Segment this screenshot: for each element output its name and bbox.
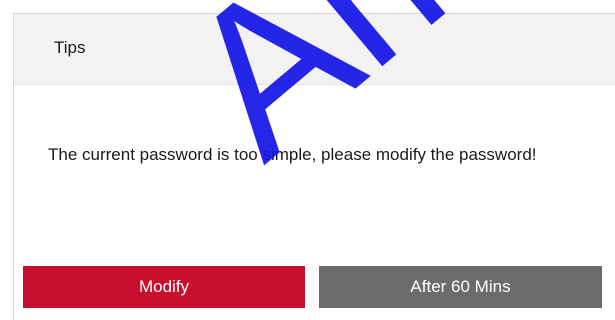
dialog-message: The current password is too simple, plea… [48,145,537,164]
modify-button[interactable]: Modify [23,266,305,308]
dialog-header: Tips [14,14,615,85]
after-60-mins-button[interactable]: After 60 Mins [319,266,602,308]
screen: Tips The current password is too simple,… [0,0,615,320]
top-strip [0,0,615,13]
dialog-title: Tips [54,38,86,57]
